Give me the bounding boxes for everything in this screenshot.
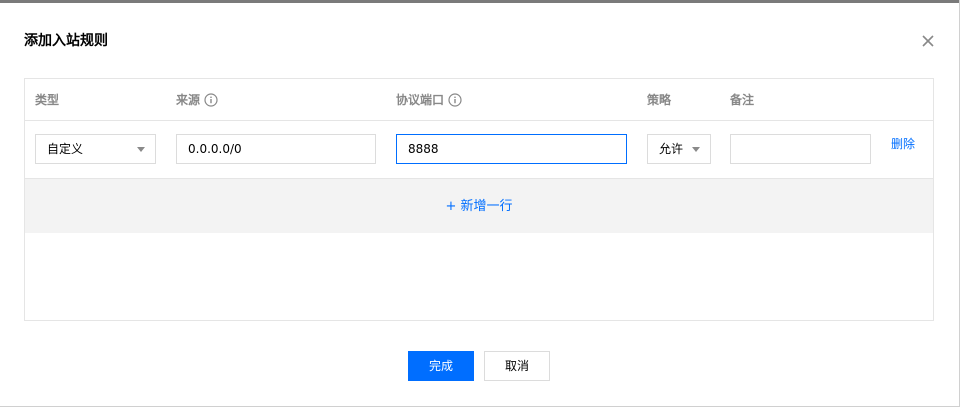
column-header-type-label: 类型 [35,93,60,107]
table-row: 自定义 允许 删除 [25,121,933,179]
info-circle-icon[interactable] [204,93,218,107]
column-header-port-label: 协议端口 [396,93,445,107]
column-header-type: 类型 [35,93,59,107]
column-header-policy-label: 策略 [647,93,672,107]
confirm-button[interactable]: 完成 [408,351,474,381]
cancel-button[interactable]: 取消 [484,351,550,381]
policy-select-value: 允许 [659,142,684,156]
info-circle-icon[interactable] [448,93,462,107]
column-header-note-label: 备注 [730,93,755,107]
policy-select[interactable]: 允许 [647,134,711,164]
type-select-value: 自定义 [47,142,84,156]
port-input[interactable] [396,134,627,164]
column-header-source: 来源 [176,93,218,107]
column-header-note: 备注 [730,93,754,107]
column-header-port: 协议端口 [396,93,462,107]
note-input[interactable] [730,134,871,164]
type-select[interactable]: 自定义 [35,134,156,164]
add-row-area: + 新增一行 [25,179,933,233]
column-header-policy: 策略 [647,93,671,107]
chevron-down-icon [137,147,145,152]
rules-table: 类型 来源 协议端口 策略 备注 自定义 0.0.0.0/0 8888 允许 删… [24,78,934,321]
close-icon[interactable] [918,31,938,51]
window-top-border [0,0,960,3]
add-row-button[interactable]: + 新增一行 [445,199,512,215]
dialog-title: 添加入站规则 [24,33,108,49]
delete-row-link[interactable]: 删除 [891,137,915,151]
column-header-source-label: 来源 [176,93,201,107]
chevron-down-icon [692,147,700,152]
table-header-row: 类型 来源 协议端口 策略 备注 [25,79,933,121]
source-input[interactable] [176,134,376,164]
